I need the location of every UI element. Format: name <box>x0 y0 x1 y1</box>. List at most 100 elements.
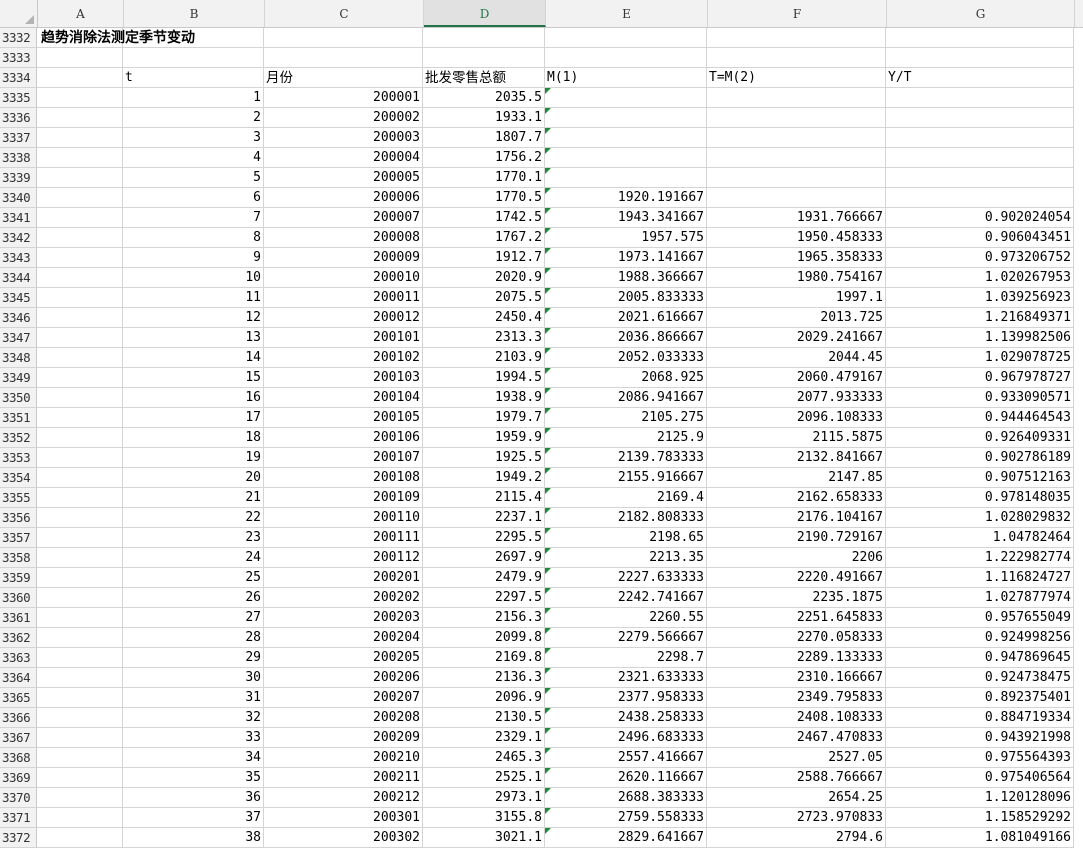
cell-t[interactable]: 25 <box>123 568 264 588</box>
cell-t-m2[interactable]: 2096.108333 <box>707 408 886 428</box>
row-header[interactable]: 3371 <box>0 808 37 828</box>
column-header-b[interactable]: B <box>124 0 265 27</box>
cell-t-m2[interactable]: 2220.491667 <box>707 568 886 588</box>
header-t-m2[interactable]: T=M(2) <box>707 68 886 88</box>
row-header[interactable]: 3354 <box>0 468 37 488</box>
cell-total[interactable]: 2130.5 <box>423 708 545 728</box>
cell-m1[interactable]: 2105.275 <box>545 408 707 428</box>
cell[interactable] <box>37 628 123 648</box>
cell-t-m2[interactable]: 2527.05 <box>707 748 886 768</box>
cell[interactable] <box>423 28 545 48</box>
cell-y-over-t[interactable]: 1.120128096 <box>886 788 1074 808</box>
cell-y-over-t[interactable] <box>886 148 1074 168</box>
cell[interactable] <box>545 28 707 48</box>
column-header-a[interactable]: A <box>38 0 124 27</box>
cell[interactable] <box>37 508 123 528</box>
cell-month[interactable]: 200001 <box>264 88 423 108</box>
cell-month[interactable]: 200008 <box>264 228 423 248</box>
cell-total[interactable]: 2525.1 <box>423 768 545 788</box>
cell-m1[interactable] <box>545 128 707 148</box>
row-header[interactable]: 3338 <box>0 148 37 168</box>
cell-y-over-t[interactable]: 0.924738475 <box>886 668 1074 688</box>
cell-y-over-t[interactable]: 0.944464543 <box>886 408 1074 428</box>
cell-t[interactable]: 16 <box>123 388 264 408</box>
cell[interactable] <box>423 48 545 68</box>
row-header[interactable]: 3342 <box>0 228 37 248</box>
row-header[interactable]: 3335 <box>0 88 37 108</box>
cell-t-m2[interactable]: 2176.104167 <box>707 508 886 528</box>
cell[interactable] <box>37 408 123 428</box>
cell[interactable] <box>37 368 123 388</box>
row-header[interactable]: 3364 <box>0 668 37 688</box>
row-header[interactable]: 3368 <box>0 748 37 768</box>
cell-t[interactable]: 11 <box>123 288 264 308</box>
cell[interactable] <box>37 148 123 168</box>
cell-t-m2[interactable]: 2794.6 <box>707 828 886 848</box>
cell-t-m2[interactable]: 2408.108333 <box>707 708 886 728</box>
cell-total[interactable]: 2450.4 <box>423 308 545 328</box>
cell-y-over-t[interactable]: 0.973206752 <box>886 248 1074 268</box>
row-header[interactable]: 3334 <box>0 68 37 88</box>
cell-t-m2[interactable]: 1950.458333 <box>707 228 886 248</box>
row-header[interactable]: 3341 <box>0 208 37 228</box>
cell-total[interactable]: 2156.3 <box>423 608 545 628</box>
cell-t[interactable]: 33 <box>123 728 264 748</box>
cell-y-over-t[interactable]: 0.978148035 <box>886 488 1074 508</box>
cell-y-over-t[interactable]: 0.902786189 <box>886 448 1074 468</box>
cell-t[interactable]: 9 <box>123 248 264 268</box>
cell-month[interactable]: 200003 <box>264 128 423 148</box>
cell-month[interactable]: 200212 <box>264 788 423 808</box>
cell-t[interactable]: 23 <box>123 528 264 548</box>
cell-t-m2[interactable]: 2077.933333 <box>707 388 886 408</box>
cell-t[interactable]: 2 <box>123 108 264 128</box>
cell-t-m2[interactable] <box>707 88 886 108</box>
header-month[interactable]: 月份 <box>264 68 423 88</box>
cell-total[interactable]: 2465.3 <box>423 748 545 768</box>
header-t[interactable]: t <box>123 68 264 88</box>
cell-t-m2[interactable]: 2349.795833 <box>707 688 886 708</box>
cell-month[interactable]: 200106 <box>264 428 423 448</box>
column-header-e[interactable]: E <box>546 0 708 27</box>
row-header[interactable]: 3350 <box>0 388 37 408</box>
cell-y-over-t[interactable]: 1.039256923 <box>886 288 1074 308</box>
cell[interactable] <box>37 188 123 208</box>
row-header[interactable]: 3339 <box>0 168 37 188</box>
cell[interactable] <box>37 428 123 448</box>
cell-y-over-t[interactable]: 0.892375401 <box>886 688 1074 708</box>
cell-month[interactable]: 200209 <box>264 728 423 748</box>
cell-t-m2[interactable]: 2206 <box>707 548 886 568</box>
row-header[interactable]: 3369 <box>0 768 37 788</box>
row-header[interactable]: 3349 <box>0 368 37 388</box>
cell[interactable] <box>37 608 123 628</box>
cell-t-m2[interactable]: 2060.479167 <box>707 368 886 388</box>
cell-t[interactable]: 12 <box>123 308 264 328</box>
cell[interactable] <box>37 768 123 788</box>
cell-m1[interactable]: 2052.033333 <box>545 348 707 368</box>
cell-t-m2[interactable]: 2654.25 <box>707 788 886 808</box>
cell-t-m2[interactable]: 2588.766667 <box>707 768 886 788</box>
cell-month[interactable]: 200012 <box>264 308 423 328</box>
cell-m1[interactable] <box>545 88 707 108</box>
cell-month[interactable]: 200104 <box>264 388 423 408</box>
cell-y-over-t[interactable]: 1.020267953 <box>886 268 1074 288</box>
cell-t[interactable]: 6 <box>123 188 264 208</box>
cell[interactable] <box>886 28 1074 48</box>
cell-y-over-t[interactable]: 0.967978727 <box>886 368 1074 388</box>
cell-t[interactable]: 18 <box>123 428 264 448</box>
cell-month[interactable]: 200302 <box>264 828 423 848</box>
cell-t[interactable]: 31 <box>123 688 264 708</box>
cell-t-m2[interactable]: 2162.658333 <box>707 488 886 508</box>
cell-m1[interactable]: 2438.258333 <box>545 708 707 728</box>
cell-t[interactable]: 13 <box>123 328 264 348</box>
cell[interactable] <box>37 528 123 548</box>
row-header[interactable]: 3347 <box>0 328 37 348</box>
cell-month[interactable]: 200010 <box>264 268 423 288</box>
cell-y-over-t[interactable]: 0.947869645 <box>886 648 1074 668</box>
cell-t[interactable]: 36 <box>123 788 264 808</box>
cell-y-over-t[interactable] <box>886 88 1074 108</box>
cell-total[interactable]: 1770.1 <box>423 168 545 188</box>
row-header[interactable]: 3362 <box>0 628 37 648</box>
cell-total[interactable]: 1925.5 <box>423 448 545 468</box>
cell-y-over-t[interactable] <box>886 128 1074 148</box>
select-all-corner[interactable] <box>0 0 38 27</box>
